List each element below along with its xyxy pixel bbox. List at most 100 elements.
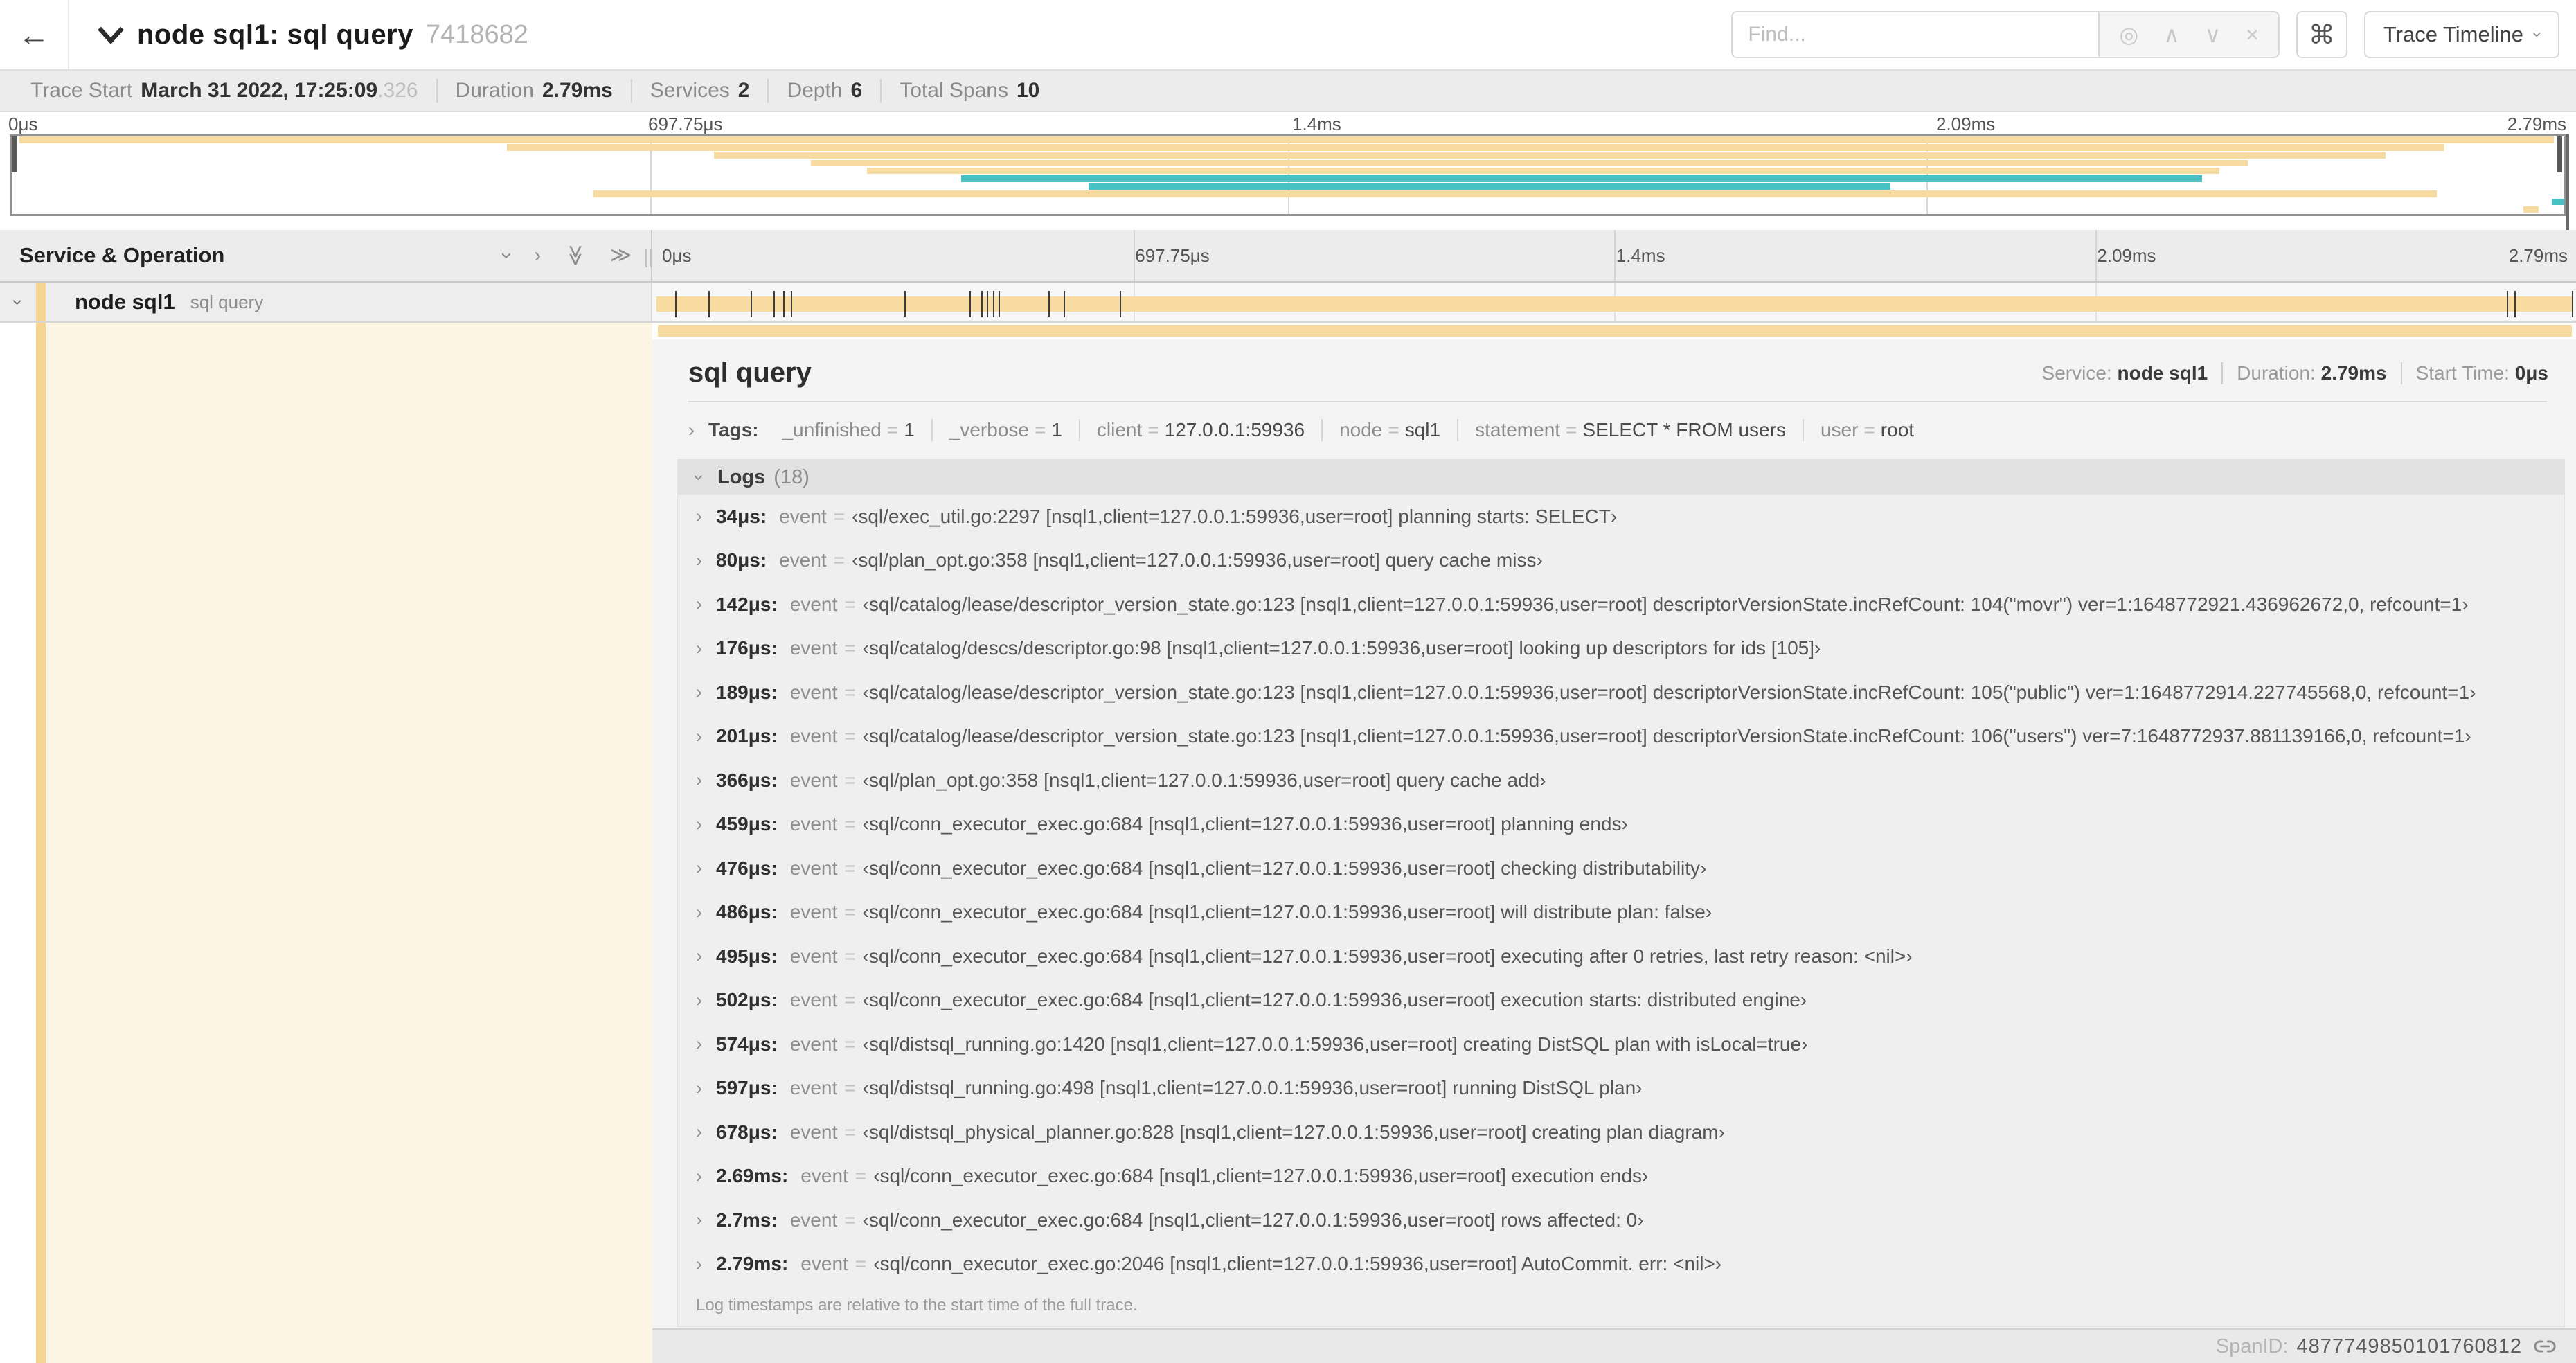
expand-log-chevron-icon[interactable]: ›	[696, 727, 702, 746]
log-entry-row[interactable]: › 176μs: event = ‹sql/catalog/descs/desc…	[678, 627, 2564, 671]
expand-log-chevron-icon[interactable]: ›	[696, 683, 702, 702]
detail-left-column	[0, 323, 652, 1363]
tag-key: statement	[1475, 419, 1561, 440]
find-input[interactable]	[1731, 11, 2099, 58]
clear-find-icon[interactable]: ×	[2246, 24, 2259, 46]
log-entry-row[interactable]: › 366μs: event = ‹sql/plan_opt.go:358 [n…	[678, 758, 2564, 803]
log-entry-row[interactable]: › 486μs: event = ‹sql/conn_executor_exec…	[678, 891, 2564, 935]
log-entry-row[interactable]: › 502μs: event = ‹sql/conn_executor_exec…	[678, 979, 2564, 1023]
log-entry-row[interactable]: › 476μs: event = ‹sql/conn_executor_exec…	[678, 846, 2564, 891]
column-resizer[interactable]	[645, 249, 659, 267]
expand-log-chevron-icon[interactable]: ›	[696, 1035, 702, 1053]
collapse-logs-chevron-icon[interactable]: ›	[689, 474, 710, 481]
collapse-all-icon[interactable]: ≫	[564, 244, 587, 266]
expand-log-chevron-icon[interactable]: ›	[696, 859, 702, 878]
collapse-controls: › › ≫ ≫	[496, 244, 632, 266]
log-message: ‹sql/conn_executor_exec.go:684 [nsql1,cl…	[862, 857, 1707, 879]
log-timestamp: 201μs:	[716, 725, 778, 747]
trace-minimap[interactable]	[10, 134, 2566, 216]
log-tick	[992, 291, 994, 317]
minimap-span-bar	[2523, 206, 2539, 213]
span-row-name-cell[interactable]: › node sql1 sql query	[0, 283, 652, 321]
equals-sign: =	[844, 945, 856, 967]
log-entry-row[interactable]: › 2.69ms: event = ‹sql/conn_executor_exe…	[678, 1155, 2564, 1199]
log-entry-row[interactable]: › 678μs: event = ‹sql/distsql_physical_p…	[678, 1110, 2564, 1155]
equals-sign: =	[1034, 419, 1046, 440]
expand-log-chevron-icon[interactable]: ›	[696, 902, 702, 922]
expand-log-chevron-icon[interactable]: ›	[696, 1211, 702, 1229]
summary-item: Trace Start March 31 2022, 17:25:09.326	[12, 79, 438, 103]
viewport-right-handle[interactable]	[2557, 136, 2562, 172]
expand-all-icon[interactable]: ≫	[610, 245, 632, 266]
tag-key: client	[1096, 419, 1143, 440]
log-entry-row[interactable]: › 201μs: event = ‹sql/catalog/lease/desc…	[678, 715, 2564, 759]
prev-match-icon[interactable]: ∧	[2163, 24, 2179, 46]
next-match-icon[interactable]: ∨	[2205, 24, 2221, 46]
summary-value: 2.79ms	[542, 79, 613, 102]
log-tick	[675, 291, 677, 317]
expand-log-chevron-icon[interactable]: ›	[696, 1254, 702, 1274]
log-entry-row[interactable]: › 142μs: event = ‹sql/catalog/lease/desc…	[678, 582, 2564, 627]
expand-log-chevron-icon[interactable]: ›	[696, 771, 702, 790]
expand-log-chevron-icon[interactable]: ›	[696, 990, 702, 1010]
trace-view-dropdown[interactable]: Trace Timeline ›	[2363, 11, 2559, 58]
tag-value: root	[1880, 419, 1915, 440]
minimap-time-axis: 0μs 697.75μs 1.4ms 2.09ms 2.79ms	[0, 112, 2576, 134]
span-row-timeline-cell[interactable]	[652, 283, 2576, 321]
expand-log-chevron-icon[interactable]: ›	[696, 1123, 702, 1141]
log-entry-row[interactable]: › 80μs: event = ‹sql/plan_opt.go:358 [ns…	[678, 539, 2564, 583]
keyboard-shortcuts-button[interactable]: ⌘	[2296, 11, 2347, 58]
expand-tags-chevron-icon[interactable]: ›	[688, 420, 695, 440]
expand-log-chevron-icon[interactable]: ›	[696, 1166, 702, 1186]
log-entry-row[interactable]: › 574μs: event = ‹sql/distsql_running.go…	[678, 1022, 2564, 1067]
link-icon[interactable]	[2533, 1335, 2557, 1358]
locate-icon[interactable]: ◎	[2119, 24, 2138, 46]
log-entry-row[interactable]: › 495μs: event = ‹sql/conn_executor_exec…	[678, 934, 2564, 979]
expand-one-icon[interactable]: ›	[534, 245, 541, 266]
tags-row[interactable]: › Tags: _unfinished = 1 _verbose = 1 client =…	[652, 402, 2576, 455]
collapse-trace-chevron-icon[interactable]	[97, 24, 125, 45]
expand-log-chevron-icon[interactable]: ›	[696, 947, 702, 965]
ruler-label: 2.09ms	[2097, 245, 2156, 266]
log-tick	[750, 291, 752, 317]
log-message: ‹sql/catalog/lease/descriptor_version_st…	[862, 681, 2476, 703]
expand-log-chevron-icon[interactable]: ›	[696, 639, 702, 658]
tag-value: 127.0.0.1:59936	[1164, 419, 1305, 440]
viewport-left-handle[interactable]	[12, 136, 17, 172]
log-entry-row[interactable]: › 189μs: event = ‹sql/catalog/lease/desc…	[678, 670, 2564, 715]
tag-value: sql1	[1404, 419, 1441, 440]
log-entry-row[interactable]: › 597μs: event = ‹sql/distsql_running.go…	[678, 1067, 2564, 1111]
duration-label: Duration:	[2237, 362, 2316, 384]
expand-log-chevron-icon[interactable]: ›	[696, 595, 702, 614]
log-entry-row[interactable]: › 2.7ms: event = ‹sql/conn_executor_exec…	[678, 1198, 2564, 1242]
collapse-one-icon[interactable]: ›	[496, 252, 519, 259]
summary-label: Total Spans	[900, 79, 1008, 102]
expand-log-chevron-icon[interactable]: ›	[696, 507, 702, 526]
start-time-value: 0μs	[2514, 362, 2548, 384]
logs-header[interactable]: › Logs (18)	[678, 460, 2564, 495]
summary-value: March 31 2022, 17:25:09	[141, 79, 378, 102]
log-field-name: event	[789, 857, 838, 879]
trace-view: ← node sql1: sql query 7418682 ◎ ∧ ∨ × ⌘…	[0, 0, 2576, 1363]
trace-view-dropdown-label: Trace Timeline	[2383, 22, 2523, 46]
expand-log-chevron-icon[interactable]: ›	[696, 1078, 702, 1098]
expand-log-chevron-icon[interactable]: ›	[696, 551, 702, 570]
detail-span-bar[interactable]	[657, 325, 2573, 337]
tag-item: _unfinished = 1	[766, 419, 933, 441]
summary-value: 6	[850, 79, 863, 102]
log-field-name: event	[789, 945, 838, 967]
minimap-span-bar	[866, 167, 2220, 175]
summary-item: Duration 2.79ms	[438, 79, 632, 103]
log-entry-row[interactable]: › 2.79ms: event = ‹sql/conn_executor_exe…	[678, 1242, 2564, 1287]
equals-sign: =	[844, 901, 856, 923]
log-entry-row[interactable]: › 34μs: event = ‹sql/exec_util.go:2297 […	[678, 495, 2564, 539]
span-duration-bar[interactable]	[656, 296, 2573, 312]
log-entry-row[interactable]: › 459μs: event = ‹sql/conn_executor_exec…	[678, 803, 2564, 847]
tags-list: _unfinished = 1 _verbose = 1 client = 127.0.0.…	[766, 419, 1931, 441]
minimap-span-bar	[593, 190, 2437, 197]
equals-sign: =	[844, 857, 856, 879]
expand-log-chevron-icon[interactable]: ›	[696, 814, 702, 834]
collapse-span-chevron-icon[interactable]: ›	[8, 284, 29, 320]
back-button[interactable]: ←	[0, 0, 69, 69]
span-row[interactable]: › node sql1 sql query	[0, 283, 2576, 323]
